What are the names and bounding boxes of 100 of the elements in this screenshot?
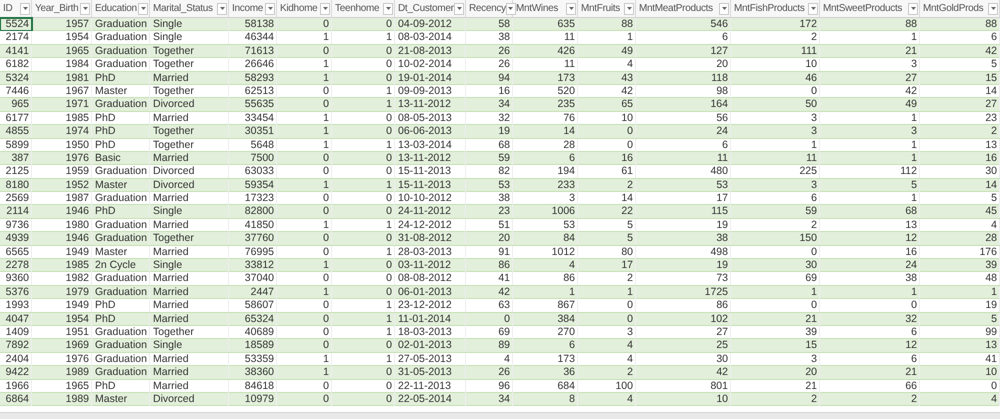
table-cell: 50 [731, 98, 820, 112]
filter-button[interactable] [20, 2, 30, 14]
table-cell: 24 [636, 125, 731, 138]
table-cell: 12 [820, 232, 920, 246]
table-cell: 0 [332, 339, 395, 352]
table-cell: 0 [277, 232, 332, 246]
table-cell: 0 [332, 232, 395, 246]
table-cell: 1 [277, 366, 332, 380]
table-cell: 10979 [229, 392, 277, 406]
table-cell: 0 [332, 125, 395, 138]
table-cell: 49 [820, 98, 920, 112]
filter-button[interactable] [80, 2, 90, 14]
table-cell: 10 [636, 392, 731, 406]
caret-icon [220, 7, 224, 10]
filter-button[interactable] [265, 2, 275, 14]
table-cell: 58607 [229, 299, 277, 312]
caret-icon [508, 7, 514, 10]
table-cell: 1946 [32, 205, 92, 218]
table-cell: 0 [578, 125, 636, 138]
table-cell: 26646 [229, 58, 277, 72]
column-header: MntWines [516, 2, 558, 16]
table-cell: 82 [466, 165, 513, 178]
table-cell: 28 [920, 232, 1000, 246]
table-cell: 1 [578, 31, 636, 44]
caret-icon [268, 7, 272, 10]
table-cell: 9360 [0, 272, 32, 286]
table-cell: 2 [578, 272, 636, 286]
table-cell: 20 [466, 232, 513, 246]
table-cell: PhD [92, 125, 150, 138]
table-cell: Master [92, 392, 150, 406]
table-cell: 23 [466, 205, 513, 218]
table-cell: 1959 [32, 165, 92, 178]
table-cell: 24-11-2012 [395, 205, 466, 218]
table-cell: 20 [731, 366, 820, 380]
caret-icon [386, 7, 390, 10]
filter-button[interactable] [506, 2, 516, 14]
table-cell: 4 [578, 58, 636, 72]
table-cell: 36 [513, 366, 578, 380]
column-header: Recency [469, 2, 506, 16]
filter-button[interactable] [320, 2, 330, 14]
filter-button[interactable] [908, 2, 918, 14]
table-cell: 08-03-2014 [395, 31, 466, 44]
table-cell: 1 [277, 58, 332, 72]
table-cell: 23-12-2012 [395, 299, 466, 312]
table-cell: 480 [636, 165, 731, 178]
table-cell: 0 [277, 392, 332, 406]
table-cell: 1006 [513, 205, 578, 218]
table-cell: 2 [731, 392, 820, 406]
column-header: Year_Birth [35, 2, 78, 16]
table-cell: 4 [578, 392, 636, 406]
caret-icon [568, 7, 574, 10]
table-cell: 1969 [32, 339, 92, 352]
table-cell: 34 [466, 98, 513, 112]
caret-icon [910, 7, 916, 10]
column-header: MntMeatProducts [639, 2, 713, 16]
column-header: Teenhome [335, 2, 380, 16]
table-cell: 2 [820, 392, 920, 406]
table-cell: 0 [820, 299, 920, 312]
filter-button[interactable] [217, 2, 227, 14]
filter-button[interactable] [138, 2, 148, 14]
table-cell: 0 [277, 98, 332, 112]
table-cell: 12 [820, 339, 920, 352]
caret-icon [22, 7, 28, 10]
horizontal-scrollbar[interactable] [0, 412, 1000, 419]
table-cell: 45 [920, 205, 1000, 218]
filter-button[interactable] [808, 2, 818, 14]
caret-icon [626, 7, 632, 10]
table-cell: 30351 [229, 125, 277, 138]
table-cell: 63033 [229, 165, 277, 178]
table-cell: 1984 [32, 58, 92, 72]
table-cell: Graduation [92, 272, 150, 286]
table-cell: Graduation [92, 165, 150, 178]
table-cell: Graduation [92, 339, 150, 352]
filter-button[interactable] [719, 2, 729, 14]
table-cell: Graduation [92, 58, 150, 72]
table-cell: 68 [820, 205, 920, 218]
table-cell: 0 [332, 58, 395, 72]
filter-button[interactable] [566, 2, 576, 14]
caret-icon [82, 7, 88, 10]
filter-button[interactable] [383, 2, 393, 14]
filter-button[interactable] [988, 2, 998, 14]
table-cell: 150 [731, 232, 820, 246]
table-cell: 1982 [32, 272, 92, 286]
table-cell: 0 [277, 299, 332, 312]
table-cell: 27 [920, 98, 1000, 112]
table-cell: 965 [0, 98, 32, 112]
caret-icon [140, 7, 146, 10]
table-cell: 38 [636, 232, 731, 246]
column-header: MntSweetProducts [823, 2, 902, 16]
table-cell: 63 [466, 299, 513, 312]
table-cell: 31-08-2012 [395, 232, 466, 246]
table-cell: 5 [920, 58, 1000, 72]
filter-button[interactable] [624, 2, 634, 14]
table-cell: 3 [820, 58, 920, 72]
table-cell: 0 [731, 299, 820, 312]
table-cell: 19 [920, 299, 1000, 312]
table-cell: 1 [277, 31, 332, 44]
table-cell: Divorced [150, 392, 229, 406]
filter-button[interactable] [454, 2, 464, 14]
table-cell: 4 [578, 339, 636, 352]
